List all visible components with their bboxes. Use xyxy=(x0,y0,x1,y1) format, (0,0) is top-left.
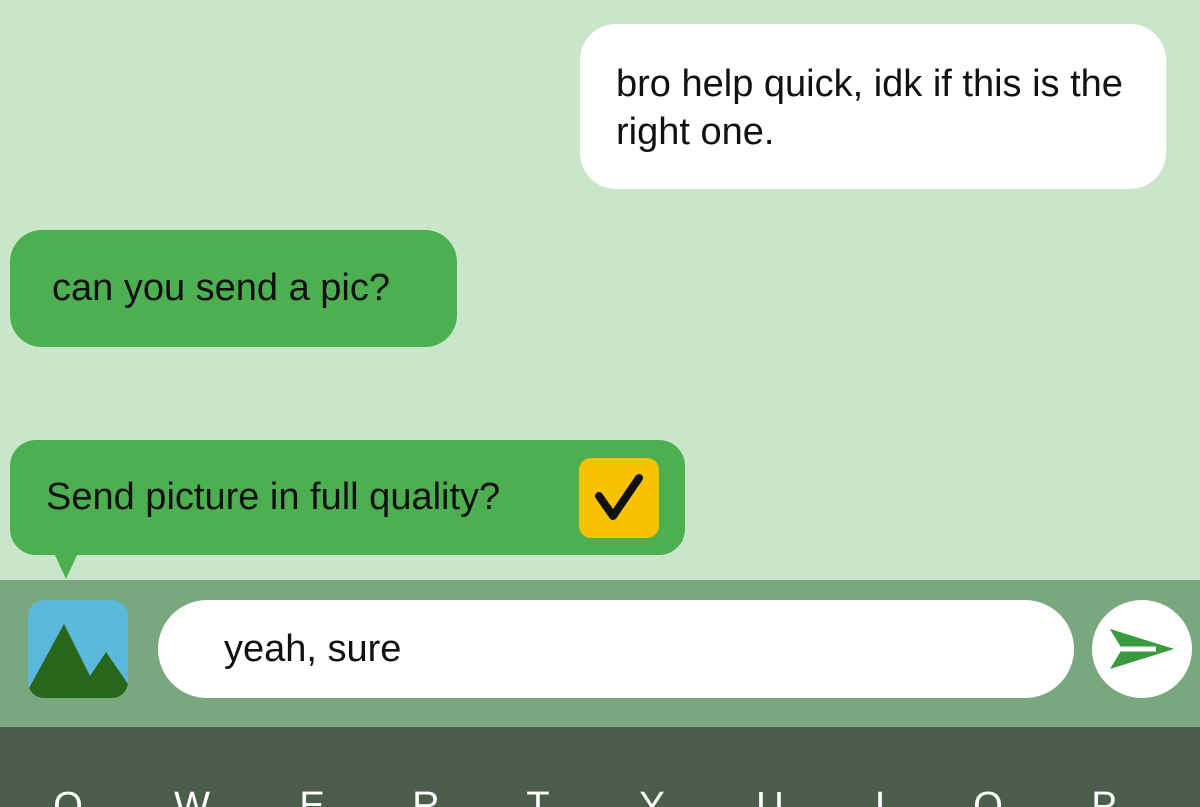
send-arrow-icon xyxy=(1110,629,1174,669)
key-o[interactable]: O xyxy=(958,781,1018,807)
full-quality-checkbox[interactable] xyxy=(579,458,659,538)
outgoing-message-bubble: bro help quick, idk if this is the right… xyxy=(580,24,1166,189)
keyboard: Q W E R T Y U I O P xyxy=(0,727,1200,807)
key-y[interactable]: Y xyxy=(622,781,682,807)
key-i[interactable]: I xyxy=(850,781,910,807)
key-q[interactable]: Q xyxy=(38,781,98,807)
message-input-text: yeah, sure xyxy=(224,627,402,670)
bubble-tail xyxy=(54,553,78,579)
incoming-message-text: can you send a pic? xyxy=(52,267,391,309)
send-button[interactable] xyxy=(1092,600,1192,698)
key-t[interactable]: T xyxy=(508,781,568,807)
key-r[interactable]: R xyxy=(396,781,456,807)
gallery-button[interactable] xyxy=(28,600,128,698)
checkmark-icon xyxy=(595,474,643,520)
key-e[interactable]: E xyxy=(282,781,342,807)
key-u[interactable]: U xyxy=(740,781,800,807)
incoming-message-bubble: can you send a pic? xyxy=(10,230,457,347)
composer-bar: yeah, sure xyxy=(0,580,1200,727)
outgoing-message-text: bro help quick, idk if this is the right… xyxy=(616,63,1123,153)
image-gallery-icon xyxy=(28,624,128,698)
key-p[interactable]: P xyxy=(1074,781,1134,807)
full-quality-prompt-text: Send picture in full quality? xyxy=(46,476,501,518)
message-input[interactable]: yeah, sure xyxy=(158,600,1074,698)
full-quality-prompt-bubble: Send picture in full quality? xyxy=(10,440,685,579)
key-w[interactable]: W xyxy=(162,781,222,807)
